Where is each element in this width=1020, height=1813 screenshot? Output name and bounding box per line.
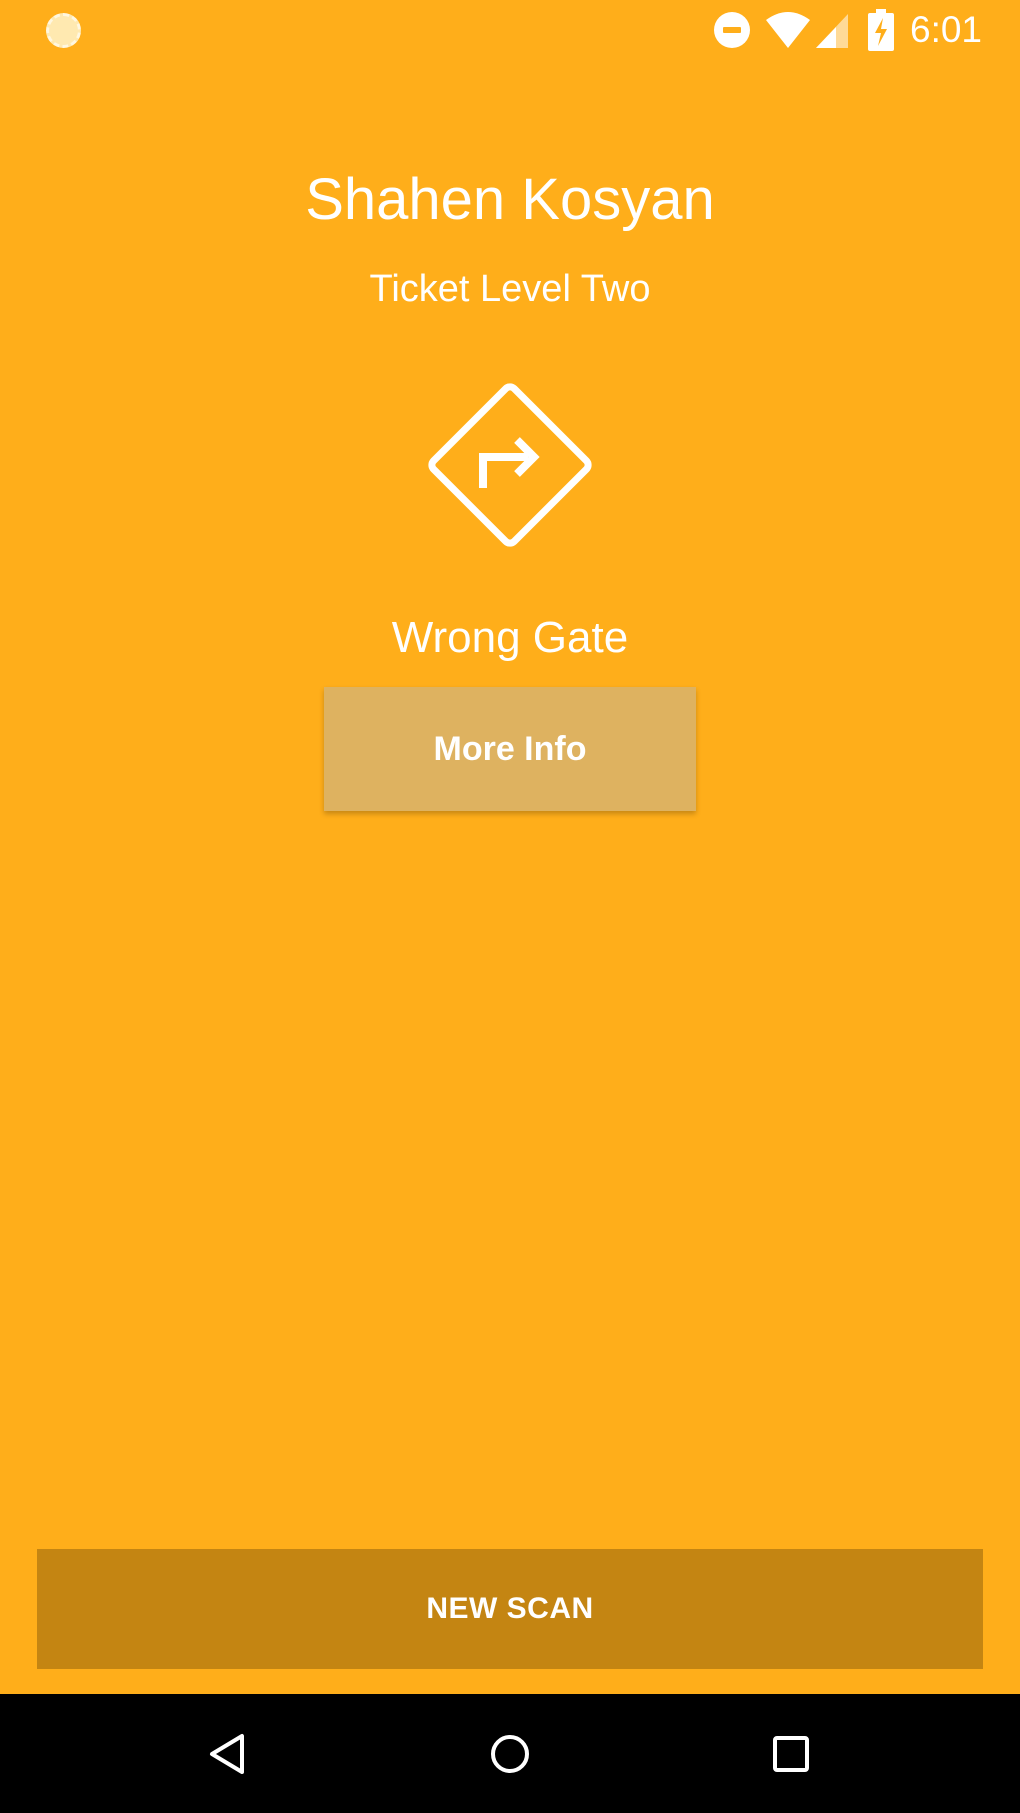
navigation-bar <box>0 1694 1020 1813</box>
app-notification-icon <box>46 13 81 48</box>
recents-icon[interactable] <box>761 1724 821 1784</box>
status-bar: 6:01 <box>0 0 1020 60</box>
ticket-level: Ticket Level Two <box>369 268 651 310</box>
new-scan-button[interactable]: NEW SCAN <box>37 1549 983 1669</box>
battery-charging-icon <box>868 9 894 51</box>
do-not-disturb-icon <box>714 12 750 48</box>
turn-right-sign-icon <box>428 383 592 547</box>
ticket-holder-name: Shahen Kosyan <box>305 167 715 232</box>
cell-signal-icon <box>816 14 848 48</box>
back-icon[interactable] <box>198 1724 258 1784</box>
home-icon[interactable] <box>480 1724 540 1784</box>
wifi-icon <box>766 12 810 48</box>
scan-status-text: Wrong Gate <box>391 613 629 662</box>
more-info-button[interactable]: More Info <box>324 687 696 811</box>
status-time: 6:01 <box>910 9 983 50</box>
